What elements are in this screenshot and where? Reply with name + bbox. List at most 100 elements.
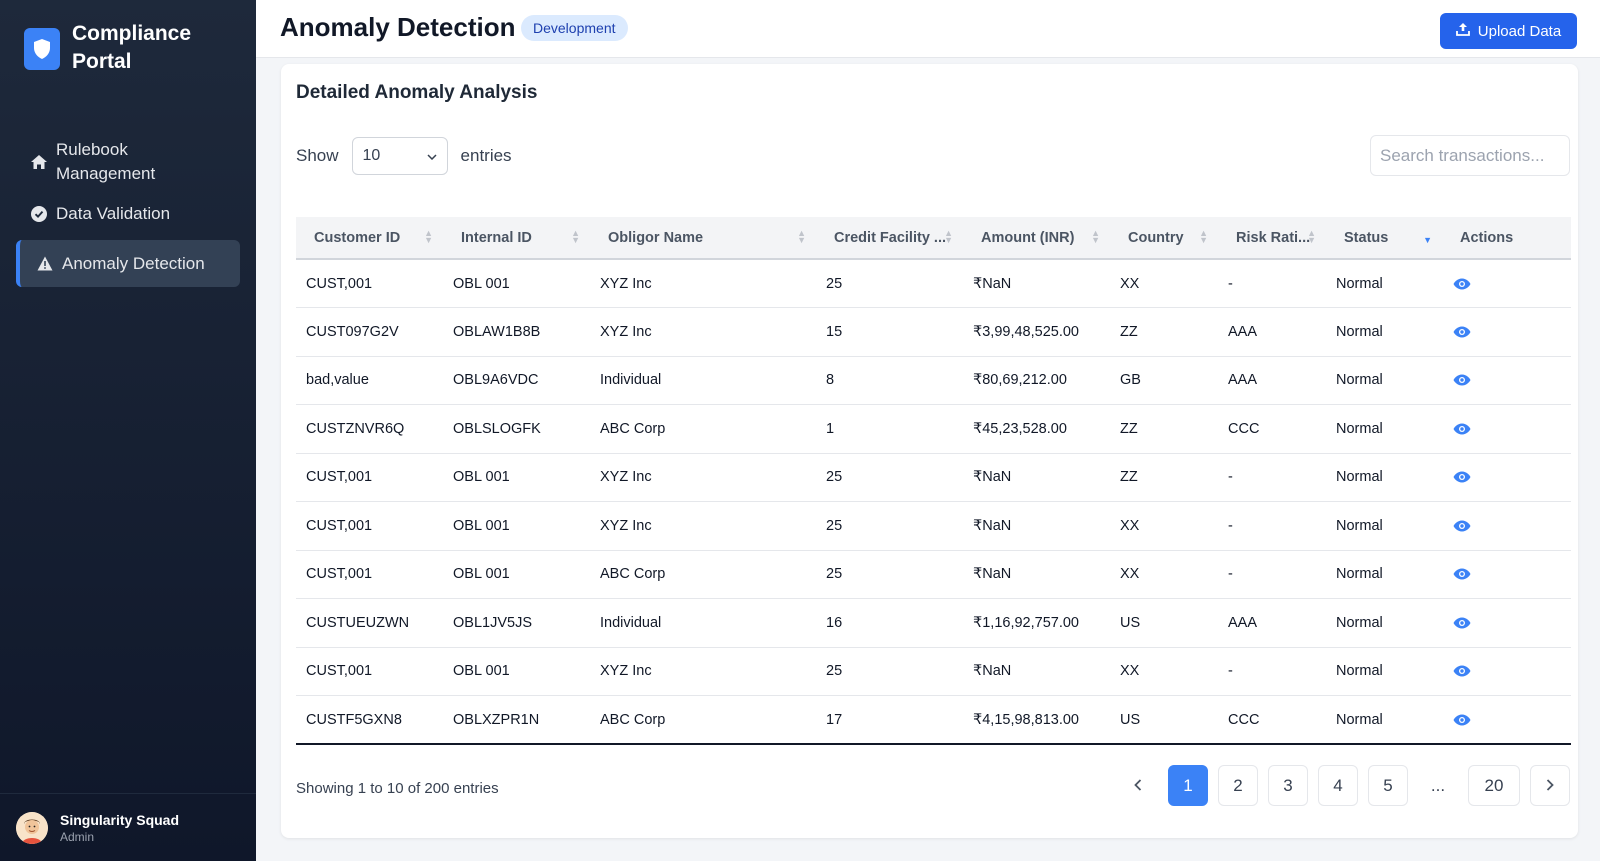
page-button-20[interactable]: 20	[1468, 765, 1520, 806]
view-eye-icon[interactable]	[1452, 322, 1472, 342]
sort-icon: ▲ ▼	[944, 228, 953, 245]
transactions-table: Customer ID ▲ ▼ Internal ID ▲ ▼ Obligor Name ▲ ▼…	[296, 217, 1571, 745]
upload-data-button[interactable]: Upload Data	[1440, 13, 1577, 49]
table-cell: XYZ Inc	[600, 275, 652, 292]
page-button-1[interactable]: 1	[1168, 765, 1208, 806]
page-button-5[interactable]: 5	[1368, 765, 1408, 806]
table-cell: -	[1228, 469, 1233, 486]
view-eye-icon[interactable]	[1452, 661, 1472, 681]
table-cell: Normal	[1336, 420, 1383, 437]
pagination: 1 2 3 4 5... 20	[1108, 765, 1570, 806]
table-cell: 25	[826, 517, 843, 534]
column-header[interactable]: Status ▼	[1326, 217, 1442, 259]
sidebar-nav: Rulebook Management Data Validation Anom…	[16, 136, 240, 293]
view-eye-icon[interactable]	[1452, 370, 1472, 390]
column-header[interactable]: Internal ID ▲ ▼	[443, 217, 590, 259]
table-cell: 15	[826, 323, 843, 340]
page-button-4[interactable]: 4	[1318, 765, 1358, 806]
user-info: Singularity Squad Admin	[60, 811, 179, 845]
table-cell: CUST,001	[306, 663, 373, 680]
chevron-down-icon	[427, 147, 437, 165]
anomaly-analysis-card: Detailed Anomaly Analysis Show 10 entrie…	[281, 64, 1578, 838]
table-cell: ZZ	[1120, 420, 1138, 437]
column-header[interactable]: Credit Facility ... ▲ ▼	[816, 217, 963, 259]
table-cell: XX	[1120, 663, 1140, 680]
sidebar-item-label: Anomaly Detection	[62, 253, 205, 273]
column-header-label: Actions	[1460, 229, 1514, 246]
actions-cell	[1442, 599, 1571, 648]
page-button-2[interactable]: 2	[1218, 765, 1258, 806]
user-name: Singularity Squad	[60, 811, 180, 828]
check-circle-icon	[30, 205, 48, 223]
user-profile[interactable]: Singularity Squad Admin	[0, 793, 256, 861]
column-header[interactable]: Amount (INR) ▲ ▼	[963, 217, 1110, 259]
table-row: CUST,001 OBL 001 XYZ Inc 25 ₹NaN XX - Normal	[296, 259, 1571, 308]
column-header[interactable]: Country ▲ ▼	[1110, 217, 1218, 259]
column-header-label: Internal ID	[461, 229, 532, 246]
table-cell: ₹NaN	[973, 663, 1012, 680]
view-eye-icon[interactable]	[1452, 516, 1472, 536]
table-header-row: Customer ID ▲ ▼ Internal ID ▲ ▼ Obligor Name ▲ ▼…	[296, 217, 1571, 259]
column-header-label: Risk Rati...	[1236, 229, 1311, 246]
sort-icon: ▲ ▼	[1307, 228, 1316, 245]
home-icon	[30, 153, 48, 171]
entries-select-value: 10	[362, 147, 381, 164]
next-page-button[interactable]	[1530, 765, 1570, 806]
view-eye-icon[interactable]	[1452, 274, 1472, 294]
column-header[interactable]: Risk Rati... ▲ ▼	[1218, 217, 1326, 259]
card-title: Detailed Anomaly Analysis	[296, 82, 538, 103]
brand-name: Compliance Portal	[72, 22, 192, 73]
sort-icon: ▲ ▼	[1199, 228, 1208, 245]
table-row: CUST,001 OBL 001 XYZ Inc 25 ₹NaN XX - Normal	[296, 502, 1571, 550]
table-cell: bad,value	[306, 372, 369, 389]
sidebar-item-rulebook-management[interactable]: Rulebook Management	[16, 136, 240, 188]
column-header-label: Amount (INR)	[981, 229, 1075, 246]
sidebar-item-anomaly-detection[interactable]: Anomaly Detection	[16, 240, 240, 287]
view-eye-icon[interactable]	[1452, 419, 1472, 439]
sidebar: Compliance Portal Rulebook Management Da…	[0, 0, 256, 861]
pagination-ellipsis: ...	[1418, 765, 1458, 806]
actions-cell	[1442, 647, 1571, 696]
table-cell: ₹NaN	[973, 469, 1012, 486]
view-eye-icon[interactable]	[1452, 564, 1472, 584]
table-cell: 17	[826, 711, 843, 728]
table-cell: 8	[826, 372, 835, 389]
table-cell: AAA	[1228, 372, 1258, 389]
table-cell: Normal	[1336, 323, 1383, 340]
column-header[interactable]: Obligor Name ▲ ▼	[590, 217, 816, 259]
prev-page-button[interactable]	[1118, 765, 1158, 806]
page-button-3[interactable]: 3	[1268, 765, 1308, 806]
table-cell: OBL1JV5JS	[453, 614, 532, 631]
view-eye-icon[interactable]	[1452, 467, 1472, 487]
environment-badge: Development	[521, 15, 628, 41]
table-cell: CUST,001	[306, 517, 373, 534]
table-cell: ₹1,16,92,757.00	[973, 614, 1079, 631]
column-header[interactable]: Customer ID ▲ ▼	[296, 217, 443, 259]
entries-control: Show 10 entries	[296, 137, 512, 175]
table-cell: ABC Corp	[600, 711, 666, 728]
avatar	[16, 811, 48, 844]
table-cell: -	[1228, 566, 1233, 583]
column-header-label: Customer ID	[314, 229, 401, 246]
table-row: CUST,001 OBL 001 XYZ Inc 25 ₹NaN ZZ - Normal	[296, 453, 1571, 502]
top-header: Anomaly Detection Development Upload Dat…	[256, 0, 1600, 58]
show-label: Show	[296, 146, 339, 165]
table-cell: Normal	[1336, 372, 1383, 389]
sort-desc-icon: ▼	[1423, 235, 1432, 245]
table-cell: OBLXZPR1N	[453, 711, 540, 728]
sidebar-item-data-validation[interactable]: Data Validation	[16, 194, 240, 234]
table-cell: 1	[826, 420, 835, 437]
pagination-info: Showing 1 to 10 of 200 entries	[296, 780, 499, 797]
view-eye-icon[interactable]	[1452, 710, 1472, 730]
entries-select[interactable]: 10	[351, 137, 448, 175]
table-cell: ₹45,23,528.00	[973, 420, 1067, 437]
view-eye-icon[interactable]	[1452, 613, 1472, 633]
search-input[interactable]	[1370, 135, 1570, 176]
column-header-label: Status	[1344, 229, 1389, 246]
table-cell: GB	[1120, 372, 1141, 389]
table-cell: CUST,001	[306, 469, 373, 486]
column-header: Actions	[1442, 217, 1571, 259]
actions-cell	[1442, 356, 1571, 405]
table-row: CUST097G2V OBLAW1B8B XYZ Inc 15 ₹3,99,48,525…	[296, 308, 1571, 356]
sort-icon: ▲ ▼	[424, 228, 433, 245]
